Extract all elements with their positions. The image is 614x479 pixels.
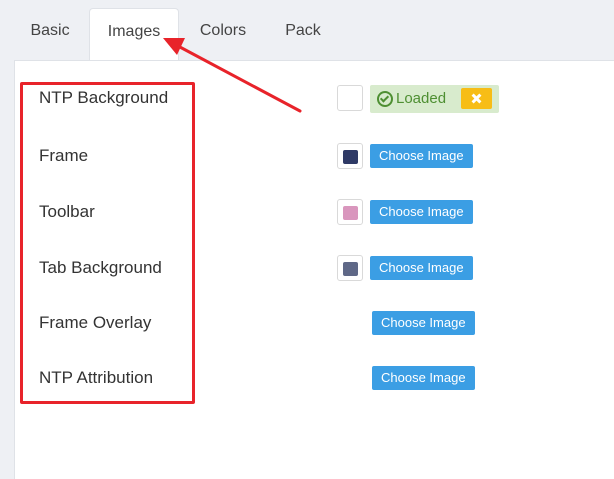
images-panel: NTP Background Frame Toolbar Tab Backgro… xyxy=(14,60,614,479)
color-swatch-toolbar[interactable] xyxy=(337,199,363,225)
swatch-fill xyxy=(343,92,358,106)
choose-image-button-ntp-attribution[interactable]: Choose Image xyxy=(372,366,475,390)
tab-colors[interactable]: Colors xyxy=(181,8,265,60)
choose-image-button-toolbar[interactable]: Choose Image xyxy=(370,200,473,224)
tab-bar: Basic Images Colors Pack xyxy=(0,0,614,62)
color-swatch-frame[interactable] xyxy=(337,143,363,169)
theme-editor: Basic Images Colors Pack NTP Background … xyxy=(0,0,614,479)
tab-images[interactable]: Images xyxy=(89,8,179,62)
tab-basic[interactable]: Basic xyxy=(14,8,86,60)
color-swatch-ntp-background[interactable] xyxy=(337,85,363,111)
check-circle-icon xyxy=(377,91,393,107)
swatch-fill xyxy=(343,150,358,164)
choose-image-button-frame[interactable]: Choose Image xyxy=(370,144,473,168)
choose-image-button-frame-overlay[interactable]: Choose Image xyxy=(372,311,475,335)
swatch-fill xyxy=(343,262,358,276)
tab-pack[interactable]: Pack xyxy=(269,8,337,60)
loaded-status-text: Loaded xyxy=(396,90,447,107)
swatch-fill xyxy=(343,206,358,220)
remove-image-button[interactable] xyxy=(461,88,492,109)
loaded-badge: Loaded xyxy=(370,85,499,113)
color-swatch-tab-background[interactable] xyxy=(337,255,363,281)
choose-image-button-tab-background[interactable]: Choose Image xyxy=(370,256,473,280)
annotation-highlight-box xyxy=(20,82,195,404)
